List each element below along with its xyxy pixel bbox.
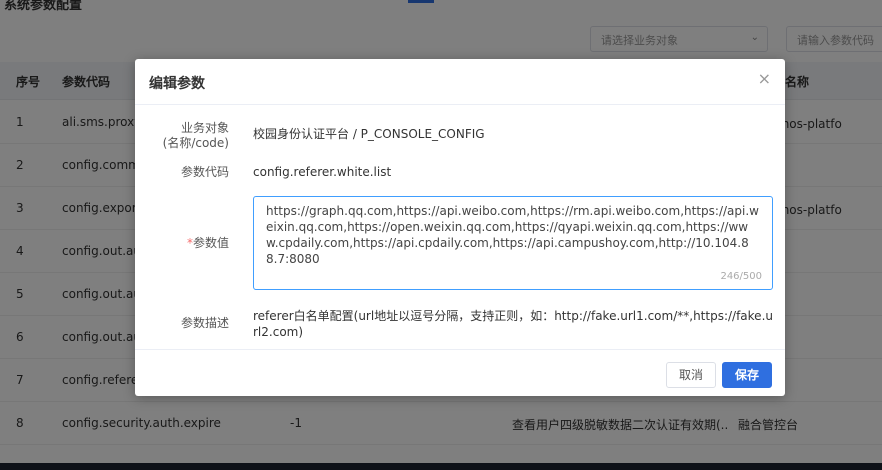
- biz-object-label-line2: (名称/code): [162, 136, 229, 150]
- edit-param-dialog: 编辑参数 × 业务对象 (名称/code) 校园身份认证平台 / P_CONSO…: [135, 59, 785, 396]
- param-desc-value: referer白名单配置(url地址以逗号分隔，支持正则，如：http://fa…: [253, 309, 773, 339]
- dialog-header: 编辑参数 ×: [135, 59, 785, 105]
- biz-object-label: 业务对象 (名称/code): [135, 121, 229, 151]
- param-desc-label: 参数描述: [180, 316, 229, 330]
- biz-object-value: 校园身份认证平台 / P_CONSOLE_CONFIG: [253, 127, 485, 141]
- dialog-footer: 取消 保存: [135, 349, 785, 396]
- close-icon[interactable]: ×: [758, 71, 771, 87]
- char-counter: 246/500: [720, 271, 762, 282]
- param-value-label: *参数值: [135, 236, 229, 251]
- dialog-title: 编辑参数: [149, 76, 205, 92]
- param-code-label: 参数代码: [180, 165, 229, 179]
- param-code-value: config.referer.white.list: [253, 165, 392, 179]
- cancel-button[interactable]: 取消: [666, 362, 717, 388]
- save-button[interactable]: 保存: [722, 362, 773, 388]
- param-value-textarea[interactable]: https://graph.qq.com,https://api.weibo.c…: [253, 196, 773, 290]
- param-value-text: https://graph.qq.com,https://api.weibo.c…: [266, 204, 759, 266]
- param-value-label-text: 参数值: [192, 236, 229, 250]
- biz-object-label-line1: 业务对象: [180, 121, 229, 135]
